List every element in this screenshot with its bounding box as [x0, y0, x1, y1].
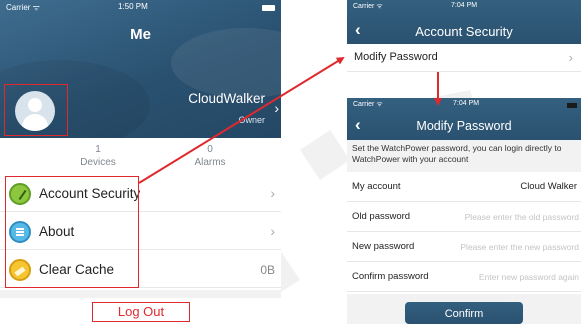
row-confirm-password: Confirm password	[347, 262, 581, 292]
cache-size: 0B	[260, 263, 275, 277]
nav-bar: Carrier ᯤ 7:04 PM ‹ Account Security	[347, 0, 581, 44]
row-modify-password[interactable]: Modify Password ›	[347, 44, 581, 72]
avatar-highlight[interactable]	[4, 84, 68, 136]
status-carrier: Carrier ᯤ	[353, 3, 383, 10]
chevron-right-icon: ›	[568, 50, 573, 65]
chevron-right-icon: ›	[270, 185, 275, 201]
modify-password-screen: Carrier ᯤ 7:04 PM ‹ Modify Password Set …	[347, 98, 581, 324]
row-my-account: My account Cloud Walker	[347, 172, 581, 202]
new-password-input[interactable]	[439, 239, 579, 255]
confirm-button[interactable]: Confirm	[405, 302, 523, 324]
stat-alarms[interactable]: 0 Alarms	[150, 144, 270, 168]
status-carrier: Carrier ᯤ	[6, 3, 40, 12]
alarms-count: 0	[207, 144, 213, 155]
nav-bar: Carrier ᯤ 7:04 PM ‹ Modify Password	[347, 98, 581, 140]
chevron-right-icon[interactable]: ›	[274, 100, 279, 116]
field-label: Old password	[352, 211, 411, 222]
section-divider	[0, 290, 281, 298]
avatar[interactable]	[15, 91, 55, 131]
menu-highlight	[5, 176, 139, 288]
account-name: Cloud Walker	[520, 181, 577, 192]
battery-icon	[567, 103, 577, 108]
row-new-password: New password	[347, 232, 581, 262]
user-role: Owner	[238, 115, 265, 125]
row-label: Modify Password	[354, 51, 438, 63]
field-label: My account	[352, 181, 401, 192]
account-security-screen: Carrier ᯤ 7:04 PM ‹ Account Security Mod…	[347, 0, 581, 84]
status-time: 1:50 PM	[118, 2, 148, 11]
user-icon	[28, 98, 42, 112]
field-label: New password	[352, 241, 415, 252]
me-header: Carrier ᯤ 1:50 PM Me CloudWalker Owner ›	[0, 0, 281, 138]
devices-count: 1	[95, 144, 101, 155]
status-carrier: Carrier ᯤ	[353, 101, 383, 108]
user-name[interactable]: CloudWalker	[188, 91, 265, 106]
field-label: Confirm password	[352, 271, 429, 282]
status-time: 7:04 PM	[451, 2, 478, 9]
logout-button[interactable]: Log Out	[92, 304, 190, 319]
chevron-right-icon: ›	[270, 223, 275, 239]
confirm-password-input[interactable]	[439, 269, 579, 285]
page-title: Me	[130, 26, 151, 43]
page-title: Modify Password	[416, 119, 512, 133]
status-time: 7:04 PM	[453, 100, 480, 107]
password-description: Set the WatchPower password, you can log…	[347, 140, 581, 172]
page-title: Account Security	[415, 24, 513, 39]
alarms-label: Alarms	[194, 157, 226, 168]
stat-devices[interactable]: 1 Devices	[38, 144, 158, 168]
stats-bar: 1 Devices 0 Alarms	[0, 138, 281, 171]
row-old-password: Old password	[347, 202, 581, 232]
devices-label: Devices	[80, 157, 116, 168]
old-password-input[interactable]	[439, 209, 579, 225]
user-icon-body	[22, 114, 48, 131]
me-screen: Carrier ᯤ 1:50 PM Me CloudWalker Owner ›…	[0, 0, 281, 324]
battery-icon	[262, 5, 275, 11]
